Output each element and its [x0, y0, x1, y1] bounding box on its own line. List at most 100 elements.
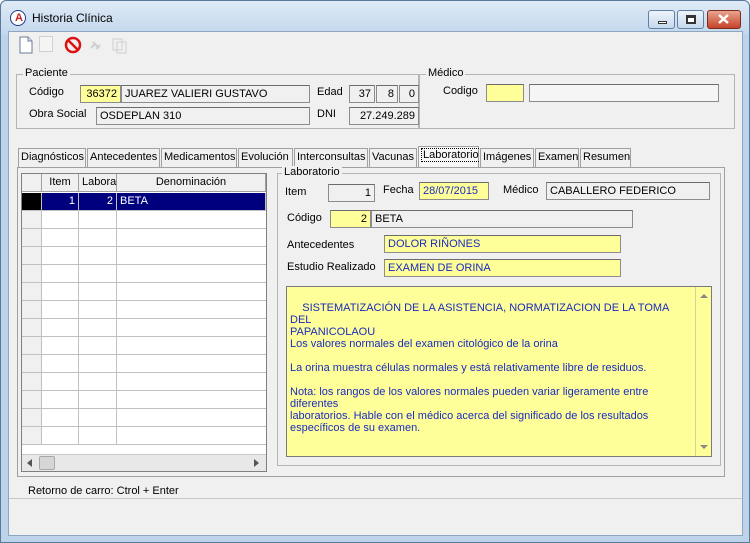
laboratorio-grid[interactable]: Item Labora Denominación 1 2 BETA: [21, 173, 267, 472]
row-indicator: [22, 355, 42, 372]
grid-cell[interactable]: [42, 373, 79, 390]
edad-months-field: 8: [376, 85, 398, 103]
table-row[interactable]: [22, 427, 266, 445]
tab-evolucion[interactable]: Evolución: [238, 148, 293, 167]
grid-cell[interactable]: [79, 337, 117, 354]
grid-cell[interactable]: [42, 247, 79, 264]
tab-medicamentos[interactable]: Medicamentos: [161, 148, 237, 167]
grid-horizontal-scrollbar[interactable]: [22, 454, 266, 471]
grid-cell[interactable]: [79, 409, 117, 426]
grid-cell-denominacion[interactable]: BETA: [117, 193, 266, 210]
scroll-thumb[interactable]: [39, 456, 55, 470]
close-icon: [718, 14, 729, 24]
grid-cell[interactable]: [79, 265, 117, 282]
tab-interconsultas[interactable]: Interconsultas: [294, 148, 368, 167]
maximize-icon: [686, 15, 696, 24]
grid-cell[interactable]: [42, 427, 79, 444]
grid-cell[interactable]: [42, 301, 79, 318]
grid-cell[interactable]: [79, 283, 117, 300]
minimize-button[interactable]: [648, 10, 675, 29]
grid-cell[interactable]: [42, 391, 79, 408]
row-indicator: [22, 265, 42, 282]
tab-imagenes[interactable]: Imágenes: [480, 148, 534, 167]
scroll-up-icon[interactable]: [696, 289, 712, 303]
grid-cell[interactable]: [79, 355, 117, 372]
grid-cell[interactable]: [79, 229, 117, 246]
scroll-left-icon[interactable]: [22, 455, 38, 471]
table-row[interactable]: [22, 337, 266, 355]
table-row[interactable]: [22, 373, 266, 391]
tab-vacunas[interactable]: Vacunas: [369, 148, 417, 167]
table-row[interactable]: [22, 355, 266, 373]
table-row[interactable]: [22, 265, 266, 283]
paciente-nombre-field: JUAREZ VALIERI GUSTAVO: [121, 85, 310, 103]
lab-codigo-field[interactable]: 2: [330, 210, 371, 228]
tab-laboratorio[interactable]: Laboratorio: [418, 146, 481, 167]
table-row[interactable]: [22, 283, 266, 301]
lab-antecedentes-field[interactable]: DOLOR RIÑONES: [384, 235, 621, 253]
grid-header-labora[interactable]: Labora: [79, 174, 117, 192]
row-indicator: [22, 229, 42, 246]
grid-header-denominacion[interactable]: Denominación: [117, 174, 266, 192]
grid-cell[interactable]: [42, 265, 79, 282]
obra-social-label: Obra Social: [29, 108, 87, 120]
tab-label: Vacunas: [372, 151, 414, 163]
tab-label: Imágenes: [483, 151, 532, 163]
grid-cell[interactable]: [79, 211, 117, 228]
tab-antecedentes[interactable]: Antecedentes: [87, 148, 160, 167]
lab-estudio-label: Estudio Realizado: [287, 261, 376, 273]
tab-diagnosticos[interactable]: Diagnósticos: [18, 148, 86, 167]
grid-cell[interactable]: [79, 319, 117, 336]
new-document-icon[interactable]: [17, 36, 35, 54]
grid-cell[interactable]: [42, 409, 79, 426]
grid-cell[interactable]: [79, 427, 117, 444]
table-row[interactable]: [22, 247, 266, 265]
grid-cell-item[interactable]: 1: [42, 193, 79, 210]
maximize-button[interactable]: [677, 10, 704, 29]
grid-cell[interactable]: [79, 247, 117, 264]
edad-days-field: 0: [399, 85, 419, 103]
table-row[interactable]: [22, 229, 266, 247]
lab-fecha-field[interactable]: 28/07/2015: [419, 182, 489, 200]
tab-resumen[interactable]: Resumen: [580, 148, 631, 167]
grid-header-item[interactable]: Item: [42, 174, 79, 192]
copy-icon[interactable]: [110, 36, 128, 54]
grid-cell[interactable]: [42, 319, 79, 336]
grid-cell[interactable]: [42, 283, 79, 300]
close-button[interactable]: [707, 10, 741, 29]
link-icon[interactable]: [87, 36, 105, 54]
table-row[interactable]: 1 2 BETA: [22, 193, 266, 211]
grid-cell[interactable]: [42, 229, 79, 246]
table-row[interactable]: [22, 391, 266, 409]
grid-cell[interactable]: [42, 211, 79, 228]
paciente-codigo-field[interactable]: 36372: [80, 85, 121, 103]
table-row[interactable]: [22, 301, 266, 319]
tab-label: Interconsultas: [297, 151, 366, 163]
tab-examen[interactable]: Examen: [535, 148, 579, 167]
blank-icon[interactable]: [39, 36, 53, 52]
row-indicator: [22, 247, 42, 264]
grid-cell[interactable]: [79, 391, 117, 408]
medico-codigo-field[interactable]: [486, 84, 524, 102]
table-row[interactable]: [22, 211, 266, 229]
grid-cell[interactable]: [42, 337, 79, 354]
scroll-down-icon[interactable]: [696, 440, 712, 454]
paciente-group-label: Paciente: [23, 67, 70, 79]
lab-antecedentes-label: Antecedentes: [287, 239, 355, 251]
title-bar[interactable]: A Historia Clínica: [1, 1, 749, 35]
lab-results-textarea[interactable]: SISTEMATIZACIÓN DE LA ASISTENCIA, NORMAT…: [286, 286, 712, 457]
memo-vertical-scrollbar[interactable]: [695, 287, 711, 456]
window-title: Historia Clínica: [32, 11, 113, 25]
row-indicator: [22, 319, 42, 336]
minimize-icon: [658, 21, 667, 24]
delete-icon[interactable]: [64, 36, 82, 54]
table-row[interactable]: [22, 409, 266, 427]
grid-cell[interactable]: [42, 355, 79, 372]
grid-cell-labora[interactable]: 2: [79, 193, 117, 210]
medico-nombre-field: [529, 84, 719, 102]
table-row[interactable]: [22, 319, 266, 337]
grid-cell[interactable]: [79, 373, 117, 390]
scroll-right-icon[interactable]: [248, 455, 264, 471]
grid-cell[interactable]: [79, 301, 117, 318]
lab-estudio-field[interactable]: EXAMEN DE ORINA: [384, 259, 621, 277]
